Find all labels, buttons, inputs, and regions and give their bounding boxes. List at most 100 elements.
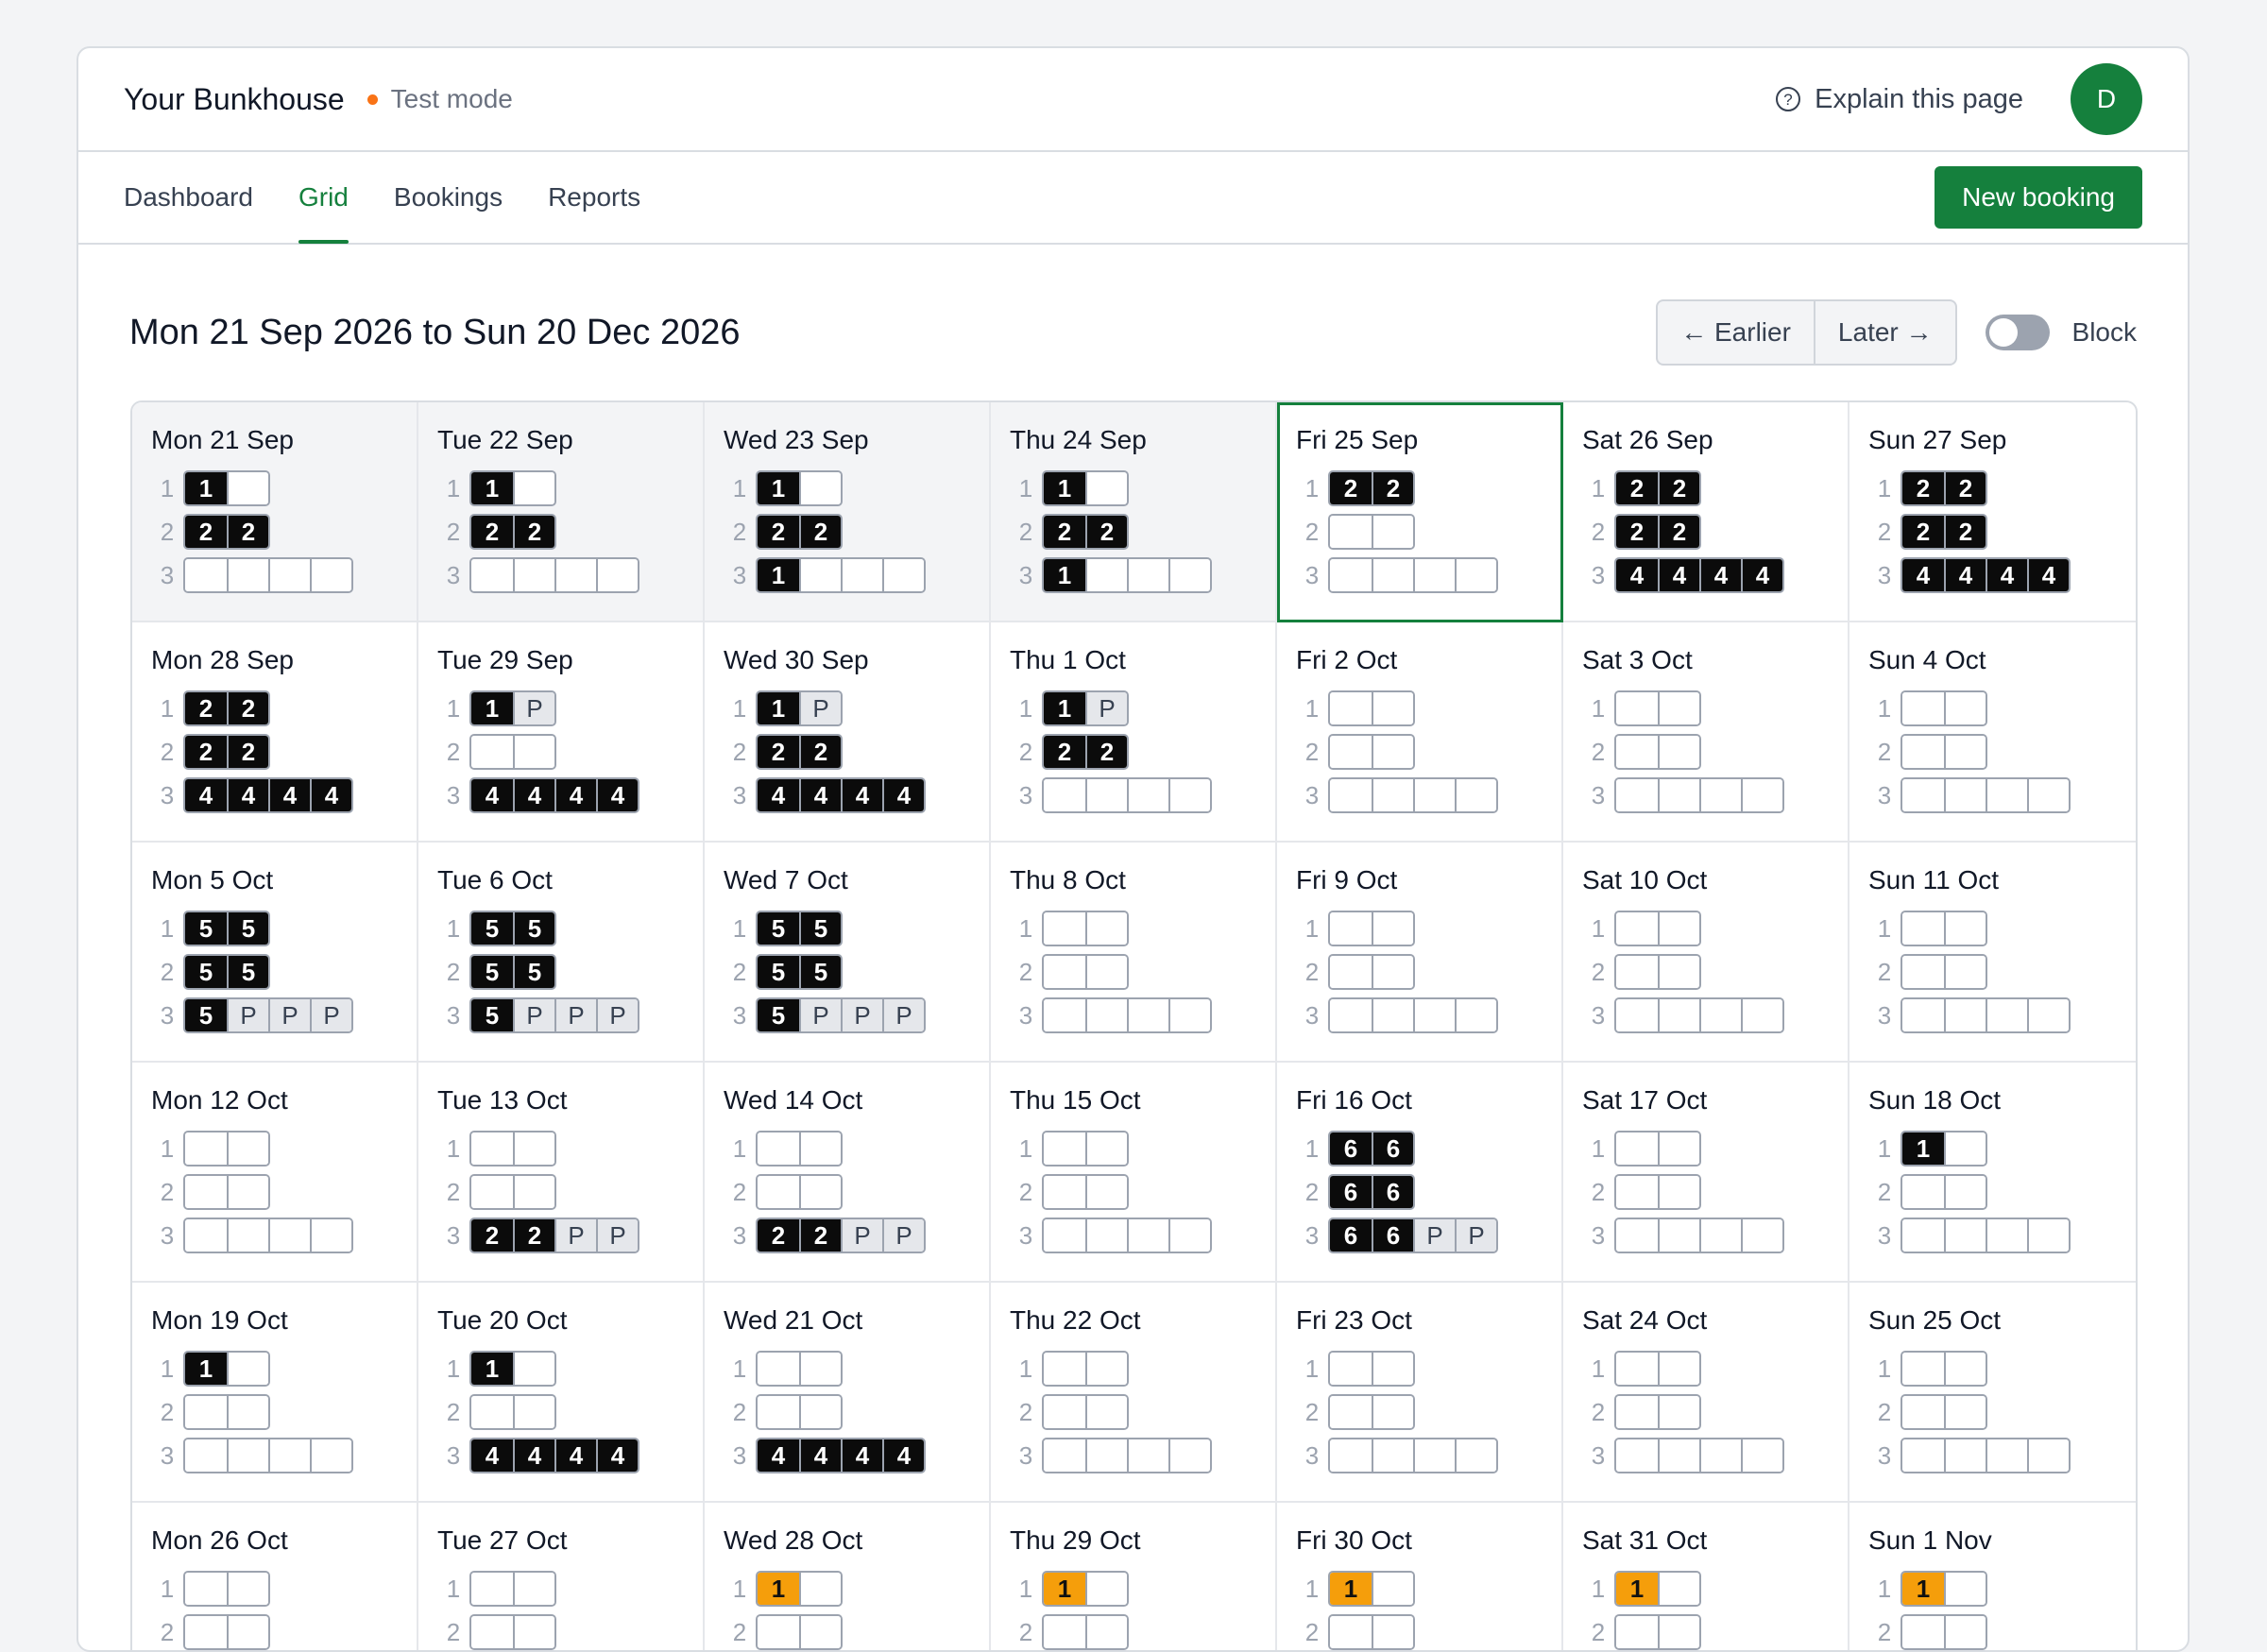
bed-slot[interactable]: 1 [471, 472, 513, 504]
bed-slot[interactable] [1944, 1133, 1986, 1165]
bed-slot[interactable]: 4 [1944, 559, 1986, 591]
bed-slot[interactable]: 1 [758, 692, 799, 724]
bed-slot[interactable]: 1 [185, 1353, 227, 1385]
day-cell[interactable]: Sat 10 Oct 1 2 3 [1563, 843, 1849, 1063]
bed-slot[interactable]: 4 [799, 779, 841, 811]
day-cell[interactable]: Sun 18 Oct 1 1 2 3 [1849, 1063, 2136, 1283]
bed-slot[interactable] [841, 559, 882, 591]
bed-slot[interactable] [513, 1176, 554, 1208]
bed-slot[interactable] [1372, 1396, 1413, 1428]
bed-slot[interactable]: 4 [1986, 559, 2027, 591]
bed-slot[interactable] [1044, 1353, 1085, 1385]
bed-slot[interactable] [185, 1176, 227, 1208]
bed-slot[interactable] [1658, 1616, 1699, 1648]
bed-slot[interactable] [1127, 1439, 1168, 1472]
bed-slot[interactable] [1372, 999, 1413, 1031]
bed-slot[interactable]: 2 [799, 1219, 841, 1252]
bed-slot[interactable] [1658, 999, 1699, 1031]
bed-slot[interactable] [1699, 999, 1741, 1031]
bed-slot[interactable] [1616, 1219, 1658, 1252]
bed-slot[interactable]: 4 [471, 1439, 513, 1472]
bed-slot[interactable] [1455, 999, 1496, 1031]
bed-slot[interactable]: 2 [513, 1219, 554, 1252]
bed-slot[interactable] [1986, 1439, 2027, 1472]
bed-slot[interactable] [1044, 999, 1085, 1031]
bed-slot[interactable] [1658, 1353, 1699, 1385]
bed-slot[interactable]: 5 [185, 912, 227, 945]
bed-slot[interactable] [1944, 779, 1986, 811]
bed-slot[interactable] [1944, 1616, 1986, 1648]
user-avatar[interactable]: D [2071, 63, 2142, 135]
bed-slot[interactable] [1986, 1219, 2027, 1252]
day-cell[interactable]: Sun 4 Oct 1 2 3 [1849, 622, 2136, 843]
bed-slot[interactable] [1616, 736, 1658, 768]
bed-slot[interactable] [1902, 779, 1944, 811]
bed-slot[interactable] [1616, 1396, 1658, 1428]
bed-slot[interactable] [758, 1396, 799, 1428]
tab-dashboard[interactable]: Dashboard [124, 151, 253, 244]
bed-slot[interactable] [1330, 736, 1372, 768]
bed-slot[interactable] [1127, 1219, 1168, 1252]
bed-slot[interactable] [799, 1396, 841, 1428]
bed-slot[interactable]: 5 [513, 912, 554, 945]
day-cell[interactable]: Fri 9 Oct 1 2 3 [1277, 843, 1563, 1063]
bed-slot[interactable] [1902, 1219, 1944, 1252]
day-cell[interactable]: Sat 31 Oct1123 [1563, 1503, 1849, 1650]
bed-slot[interactable]: P [513, 999, 554, 1031]
bed-slot[interactable] [1616, 1616, 1658, 1648]
bed-slot[interactable] [1455, 559, 1496, 591]
day-cell[interactable]: Mon 28 Sep 1 2 2 2 2 2 3 4 4 4 4 [132, 622, 418, 843]
bed-slot[interactable]: P [882, 1219, 924, 1252]
day-cell[interactable]: Sat 26 Sep 1 2 2 2 2 2 3 4 4 4 4 [1563, 402, 1849, 622]
bed-slot[interactable] [1413, 559, 1455, 591]
bed-slot[interactable] [1616, 779, 1658, 811]
day-cell[interactable]: Thu 15 Oct 1 2 3 [991, 1063, 1277, 1283]
bed-slot[interactable]: 2 [227, 736, 268, 768]
bed-slot[interactable] [1085, 1219, 1127, 1252]
explain-page-link[interactable]: ? Explain this page [1775, 84, 2023, 115]
bed-slot[interactable] [1658, 736, 1699, 768]
day-cell[interactable]: Wed 28 Oct1123 [705, 1503, 991, 1650]
bed-slot[interactable]: 6 [1372, 1219, 1413, 1252]
day-cell[interactable]: Sun 25 Oct 1 2 3 [1849, 1283, 2136, 1503]
bed-slot[interactable] [1902, 912, 1944, 945]
bed-slot[interactable]: 1 [1902, 1133, 1944, 1165]
bed-slot[interactable]: 2 [471, 516, 513, 548]
bed-slot[interactable]: 4 [882, 779, 924, 811]
bed-slot[interactable] [1372, 912, 1413, 945]
bed-slot[interactable] [513, 1573, 554, 1605]
bed-slot[interactable]: 2 [799, 736, 841, 768]
bed-slot[interactable] [1085, 779, 1127, 811]
bed-slot[interactable] [1902, 999, 1944, 1031]
bed-slot[interactable] [1741, 999, 1782, 1031]
day-cell[interactable]: Sat 24 Oct 1 2 3 [1563, 1283, 1849, 1503]
bed-slot[interactable] [1044, 1219, 1085, 1252]
bed-slot[interactable]: 5 [513, 956, 554, 988]
bed-slot[interactable] [1044, 956, 1085, 988]
bed-slot[interactable] [1372, 692, 1413, 724]
bed-slot[interactable]: 4 [227, 779, 268, 811]
bed-slot[interactable] [185, 1573, 227, 1605]
bed-slot[interactable] [1902, 1616, 1944, 1648]
later-button[interactable]: Later → [1813, 301, 1955, 364]
bed-slot[interactable] [1413, 1439, 1455, 1472]
day-cell[interactable]: Mon 19 Oct 1 1 2 3 [132, 1283, 418, 1503]
bed-slot[interactable]: 2 [1044, 736, 1085, 768]
bed-slot[interactable] [227, 1133, 268, 1165]
bed-slot[interactable] [1944, 912, 1986, 945]
bed-slot[interactable] [1168, 999, 1210, 1031]
bed-slot[interactable]: 2 [227, 516, 268, 548]
bed-slot[interactable]: 2 [1616, 472, 1658, 504]
bed-slot[interactable]: 2 [1085, 736, 1127, 768]
day-cell[interactable]: Wed 7 Oct 1 5 5 2 5 5 3 5 P P P [705, 843, 991, 1063]
bed-slot[interactable]: 4 [310, 779, 351, 811]
bed-slot[interactable]: P [841, 1219, 882, 1252]
bed-slot[interactable] [1372, 779, 1413, 811]
bed-slot[interactable] [513, 1133, 554, 1165]
bed-slot[interactable]: 2 [1372, 472, 1413, 504]
bed-slot[interactable] [471, 1176, 513, 1208]
day-cell[interactable]: Thu 8 Oct 1 2 3 [991, 843, 1277, 1063]
bed-slot[interactable]: P [1085, 692, 1127, 724]
bed-slot[interactable]: 6 [1372, 1133, 1413, 1165]
tab-reports[interactable]: Reports [548, 151, 640, 244]
